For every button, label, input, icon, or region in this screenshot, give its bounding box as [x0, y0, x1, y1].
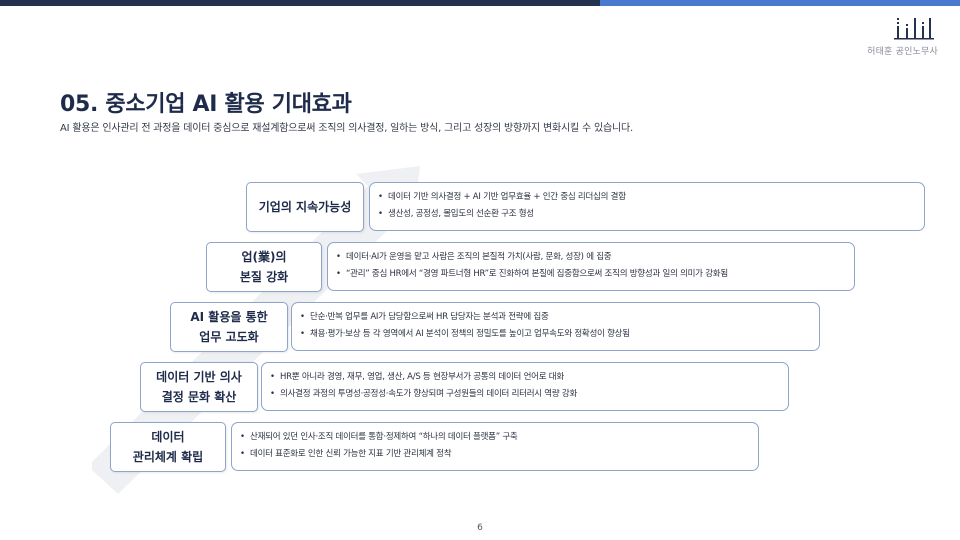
bullet-item: 데이터 표준화로 인한 신뢰 가능한 지표 기반 관리체계 정착	[240, 446, 750, 463]
bullet-item: “관리” 중심 HR에서 “경영 파트너형 HR”로 진화하여 본질에 집중함으…	[336, 266, 846, 283]
step-label-line: 데이터 기반 의사	[156, 370, 242, 384]
step-description: 산재되어 있던 인사·조직 데이터를 통합·정제하여 “하나의 데이터 플랫폼”…	[231, 422, 759, 471]
step-label-sustainability: 기업의 지속가능성	[246, 182, 364, 232]
step-label-line: 결정 문화 확산	[161, 390, 237, 404]
step-label-line: 업(業)의	[241, 250, 287, 264]
step-description: 데이터 기반 의사결정 + AI 기반 업무효율 + 인간 중심 리더십의 결합…	[369, 182, 925, 231]
step-label-data-management: 데이터 관리체계 확립	[110, 422, 226, 472]
step-label-line: 기업의 지속가능성	[258, 200, 352, 214]
bullet-item: 데이터 기반 의사결정 + AI 기반 업무효율 + 인간 중심 리더십의 결합	[378, 189, 916, 206]
bullet-item: 생산성, 공정성, 몰입도의 선순환 구조 형성	[378, 206, 916, 223]
step-label-line: 업무 고도화	[199, 330, 259, 344]
step-label-line: 데이터	[151, 430, 185, 444]
step-label-line: 본질 강화	[239, 270, 289, 284]
step-label-business-essence: 업(業)의 본질 강화	[206, 242, 322, 292]
step-label-line: AI 활용을 통한	[190, 310, 268, 324]
step-label-data-driven-culture: 데이터 기반 의사 결정 문화 확산	[140, 362, 258, 412]
bullet-item: HR뿐 아니라 경영, 재무, 영업, 생산, A/S 등 현장부서가 공통의 …	[270, 369, 780, 386]
step-label-ai-advancement: AI 활용을 통한 업무 고도화	[170, 302, 288, 352]
page-number: 6	[477, 523, 483, 533]
bullet-item: 단순·반복 업무를 AI가 담당함으로써 HR 담당자는 분석과 전략에 집중	[300, 309, 811, 326]
bullet-item: 데이터·AI가 운영을 맡고 사람은 조직의 본질적 가치(사람, 문화, 성장…	[336, 249, 846, 266]
step-description: 데이터·AI가 운영을 맡고 사람은 조직의 본질적 가치(사람, 문화, 성장…	[327, 242, 855, 291]
step-description: 단순·반복 업무를 AI가 담당함으로써 HR 담당자는 분석과 전략에 집중 …	[291, 302, 820, 351]
bullet-item: 산재되어 있던 인사·조직 데이터를 통합·정제하여 “하나의 데이터 플랫폼”…	[240, 429, 750, 446]
bullet-item: 채용·평가·보상 등 각 영역에서 AI 분석이 정책의 정밀도를 높이고 업무…	[300, 326, 811, 343]
step-label-line: 관리체계 확립	[132, 450, 204, 464]
bullet-item: 의사결정 과정의 투명성·공정성·속도가 향상되며 구성원들의 데이터 리터러시…	[270, 386, 780, 403]
step-description: HR뿐 아니라 경영, 재무, 영업, 생산, A/S 등 현장부서가 공통의 …	[261, 362, 789, 411]
